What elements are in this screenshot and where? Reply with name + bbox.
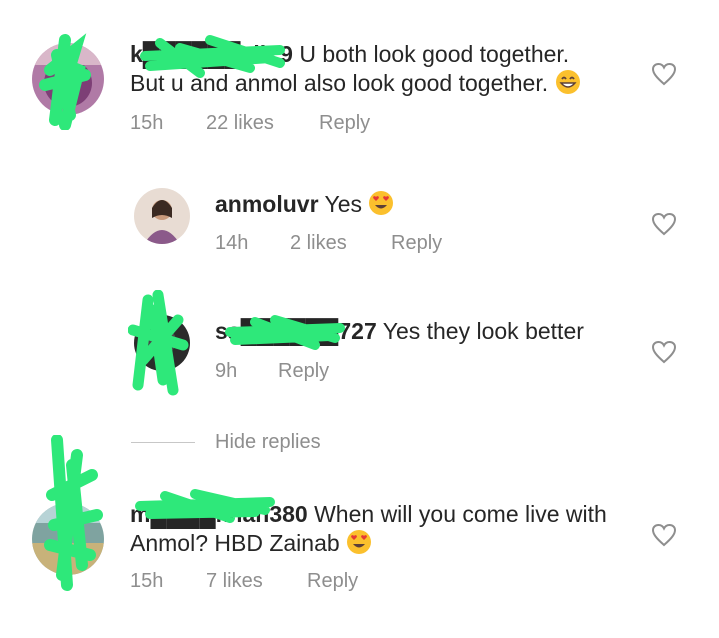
heart-outline-icon[interactable] [651, 523, 677, 547]
username[interactable]: anmoluvr [215, 191, 319, 217]
reply-button[interactable]: Reply [319, 112, 370, 135]
reply-2: sa██████727 Yes they look better 9h Repl… [0, 290, 719, 400]
comment-text: anmoluvr Yes [215, 190, 635, 219]
comment-text: k██████sih.9 U both look good together. … [130, 40, 650, 98]
heart-outline-icon[interactable] [651, 212, 677, 236]
comment-meta: 15h 22 likes Reply [130, 112, 530, 138]
comment-1: k██████sih.9 U both look good together. … [0, 0, 719, 160]
timestamp: 15h [130, 112, 164, 134]
avatar[interactable] [134, 315, 190, 371]
comment-body: Yes [324, 191, 363, 217]
comment-text: sa██████727 Yes they look better [215, 317, 635, 346]
avatar[interactable] [32, 503, 104, 575]
username[interactable]: m████khan380 [130, 501, 308, 527]
timestamp: 9h [215, 360, 238, 382]
heart-eyes-emoji [369, 191, 394, 215]
comment-meta: 9h Reply [215, 360, 415, 386]
reply-button[interactable]: Reply [278, 360, 329, 383]
avatar[interactable] [32, 43, 104, 115]
comment-body-line-2: But u and anmol also look good together. [130, 70, 549, 96]
comment-2: m████khan380 When will you come live wit… [0, 435, 719, 638]
username[interactable]: k██████sih.9 [130, 41, 293, 67]
reply-button[interactable]: Reply [307, 570, 358, 593]
hide-replies-button[interactable]: Hide replies [215, 431, 321, 454]
comment-meta: 15h 7 likes Reply [130, 570, 430, 596]
heart-outline-icon[interactable] [651, 340, 677, 364]
likes-count[interactable]: 7 likes [206, 570, 263, 593]
grinning-smiling-eyes-emoji [555, 70, 580, 94]
reply-1: anmoluvr Yes 14h 2 likes Reply [0, 180, 719, 280]
comment-body: Yes they look better [382, 318, 584, 344]
likes-count[interactable]: 22 likes [206, 112, 274, 135]
reply-button[interactable]: Reply [391, 232, 442, 255]
comment-text: m████khan380 When will you come live wit… [130, 500, 630, 558]
comment-body-line-2: Anmol? HBD Zainab [130, 530, 340, 556]
comment-body-line-1: U both look good together. [299, 41, 570, 67]
timestamp: 15h [130, 570, 164, 592]
avatar[interactable] [134, 188, 190, 244]
comment-body-line-1: When will you come live with [314, 501, 607, 527]
username[interactable]: sa██████727 [215, 318, 377, 344]
likes-count[interactable]: 2 likes [290, 232, 347, 255]
timestamp: 14h [215, 232, 249, 254]
divider-line [131, 442, 195, 443]
comment-meta: 14h 2 likes Reply [215, 232, 515, 258]
heart-eyes-emoji [347, 530, 372, 554]
heart-outline-icon[interactable] [651, 62, 677, 86]
hide-replies-row[interactable]: Hide replies [0, 430, 719, 460]
